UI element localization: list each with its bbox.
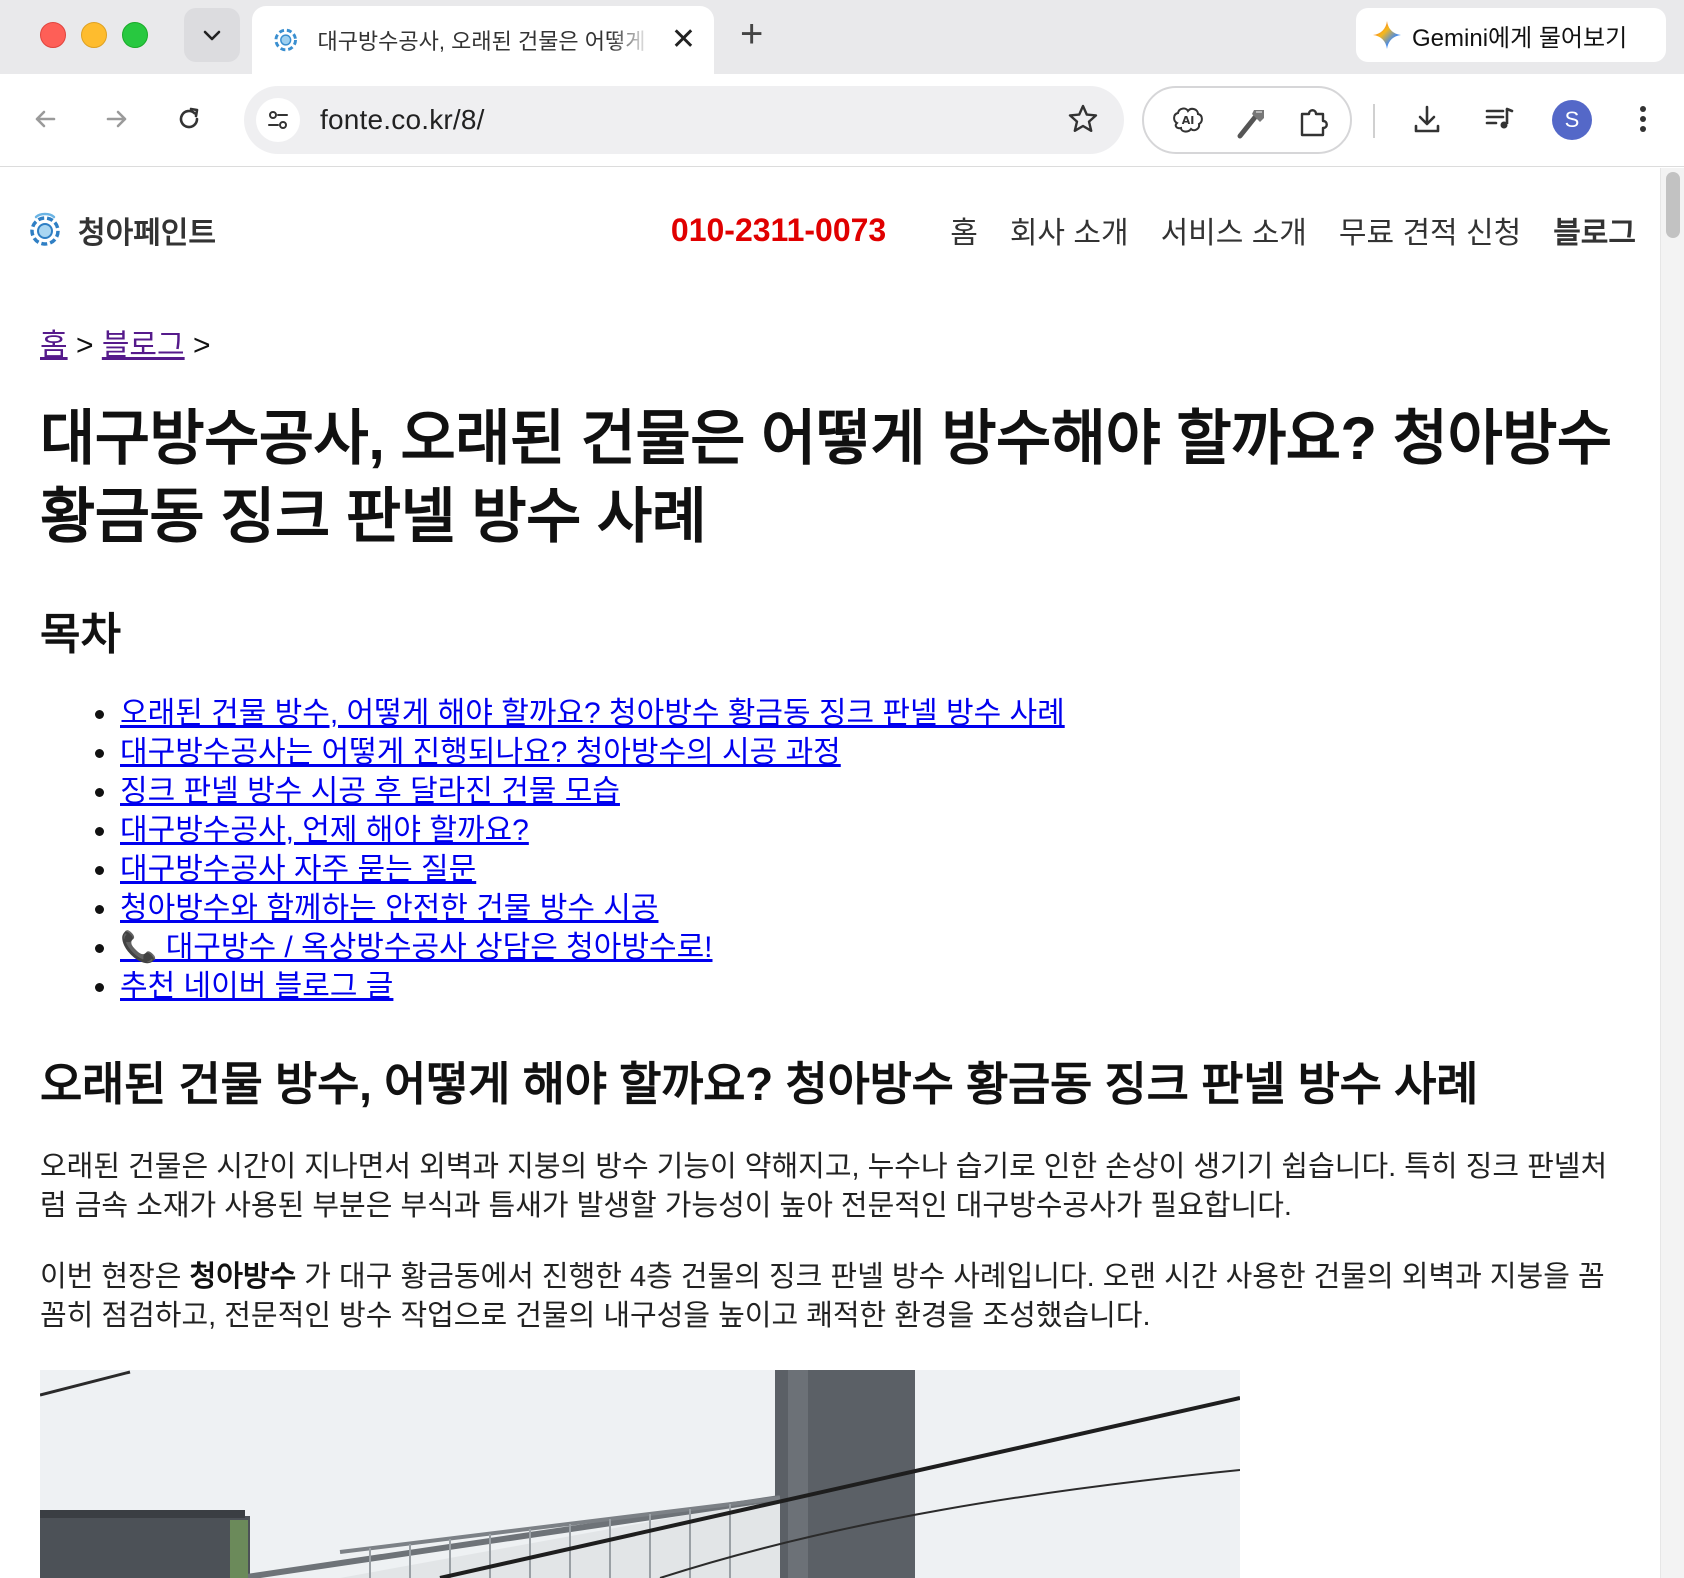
browser-menu-button[interactable] xyxy=(1620,96,1666,142)
toolbar-divider xyxy=(1373,104,1375,138)
toc-item: 대구방수공사 자주 묻는 질문 xyxy=(40,850,1065,889)
toc-item: 징크 판넬 방수 시공 후 달라진 건물 모습 xyxy=(40,772,1065,811)
menu-item-quote[interactable]: 무료 견적 신청 xyxy=(1339,208,1521,252)
minimize-window-button[interactable] xyxy=(81,22,107,48)
breadcrumb: 홈 > 블로그 > xyxy=(40,320,211,364)
forward-button[interactable] xyxy=(94,96,140,142)
toc-item: 📞 대구방수 / 옥상방수공사 상담은 청아방수로! xyxy=(40,928,1065,967)
queue-music-icon xyxy=(1485,107,1514,129)
main-menu: 010-2311-0073 홈 회사 소개 서비스 소개 무료 견적 신청 블로… xyxy=(671,208,1636,252)
ask-gemini-button[interactable]: Gemini에게 물어보기 xyxy=(1356,8,1666,62)
toc-link[interactable]: 추천 네이버 블로그 글 xyxy=(120,970,393,1003)
maximize-window-button[interactable] xyxy=(122,22,148,48)
breadcrumb-home-link[interactable]: 홈 xyxy=(40,329,68,362)
wrench-extension-icon[interactable] xyxy=(1232,102,1272,142)
toc-item: 오래된 건물 방수, 어떻게 해야 할까요? 청아방수 황금동 징크 판넬 방수… xyxy=(40,694,1065,733)
breadcrumb-blog-link[interactable]: 블로그 xyxy=(102,329,185,362)
brand-mention: 청아방수 xyxy=(189,1261,297,1293)
logo-icon xyxy=(30,212,60,246)
toc-link[interactable]: 대구방수공사는 어떻게 진행되나요? 청아방수의 시공 과정 xyxy=(120,736,841,769)
phone-number-link[interactable]: 010-2311-0073 xyxy=(671,212,886,249)
reload-button[interactable] xyxy=(166,96,212,142)
active-tab[interactable]: 대구방수공사, 오래된 건물은 어떻게 방수해야 할까요? 청아방수 황금동 징… xyxy=(252,6,714,74)
menu-item-blog[interactable]: 블로그 xyxy=(1553,208,1636,252)
breadcrumb-separator: > xyxy=(75,329,94,362)
more-vertical-icon xyxy=(1640,106,1646,132)
bookmark-star-icon[interactable] xyxy=(1066,102,1100,136)
toc-link[interactable]: 청아방수와 함께하는 안전한 건물 방수 시공 xyxy=(120,892,658,925)
site-header: 청아페인트 010-2311-0073 홈 회사 소개 서비스 소개 무료 견적… xyxy=(0,168,1660,288)
downloads-button[interactable] xyxy=(1404,96,1450,142)
toc-item: 청아방수와 함께하는 안전한 건물 방수 시공 xyxy=(40,889,1065,928)
breadcrumb-separator: > xyxy=(192,329,211,362)
section-heading: 오래된 건물 방수, 어떻게 해야 할까요? 청아방수 황금동 징크 판넬 방수… xyxy=(40,1058,1479,1110)
tab-search-button[interactable] xyxy=(184,8,240,62)
scrollbar-thumb[interactable] xyxy=(1666,172,1680,238)
page-scrollbar[interactable] xyxy=(1660,168,1684,1578)
extensions-group: AI xyxy=(1142,86,1352,154)
toc-link[interactable]: 징크 판넬 방수 시공 후 달라진 건물 모습 xyxy=(120,775,620,808)
paragraph-text: 이번 현장은 xyxy=(40,1261,190,1293)
media-controls-button[interactable] xyxy=(1476,96,1522,142)
download-icon xyxy=(1414,105,1440,133)
toc-item: 대구방수공사는 어떻게 진행되나요? 청아방수의 시공 과정 xyxy=(40,733,1065,772)
reload-icon xyxy=(179,107,199,129)
arrow-right-icon xyxy=(106,110,127,128)
gemini-label: Gemini에게 물어보기 xyxy=(1412,24,1628,52)
paragraph: 이번 현장은 청아방수 가 대구 황금동에서 진행한 4층 건물의 징크 판넬 … xyxy=(40,1258,1630,1336)
toc-link[interactable]: 대구방수공사, 언제 해야 할까요? xyxy=(120,814,529,847)
browser-toolbar: fonte.co.kr/8/ AI S xyxy=(0,74,1684,167)
page-viewport: 청아페인트 010-2311-0073 홈 회사 소개 서비스 소개 무료 견적… xyxy=(0,168,1684,1578)
brand-name: 청아페인트 xyxy=(78,217,216,250)
back-button[interactable] xyxy=(22,96,68,142)
toc-item: 추천 네이버 블로그 글 xyxy=(40,967,1065,1006)
gemini-sparkle-icon xyxy=(1373,21,1401,49)
toc-link[interactable]: 대구방수공사 자주 묻는 질문 xyxy=(120,853,476,886)
table-of-contents: 오래된 건물 방수, 어떻게 해야 할까요? 청아방수 황금동 징크 판넬 방수… xyxy=(40,694,1065,1006)
profile-avatar[interactable]: S xyxy=(1552,100,1592,140)
url-text[interactable]: fonte.co.kr/8/ xyxy=(320,104,485,136)
paragraph: 오래된 건물은 시간이 지나면서 외벽과 지붕의 방수 기능이 약해지고, 누수… xyxy=(40,1151,1608,1222)
tab-title: 대구방수공사, 오래된 건물은 어떻게 방수해야 할까요? 청아방수 황금동 징… xyxy=(317,29,650,54)
svg-text:AI: AI xyxy=(1182,114,1195,127)
site-favicon-icon xyxy=(274,28,298,52)
toc-link[interactable]: 📞 대구방수 / 옥상방수공사 상담은 청아방수로! xyxy=(120,931,713,964)
puzzle-extension-icon[interactable] xyxy=(1294,102,1334,142)
arrow-left-icon xyxy=(35,110,56,128)
toc-item: 대구방수공사, 언제 해야 할까요? xyxy=(40,811,1065,850)
page-title: 대구방수공사, 오래된 건물은 어떻게 방수해야 할까요? 청아방수 황금동 징… xyxy=(40,405,1612,550)
toc-link[interactable]: 오래된 건물 방수, 어떻게 해야 할까요? 청아방수 황금동 징크 판넬 방수… xyxy=(120,697,1065,730)
menu-item-about[interactable]: 회사 소개 xyxy=(1010,208,1129,252)
tab-bar: 대구방수공사, 오래된 건물은 어떻게 방수해야 할까요? 청아방수 황금동 징… xyxy=(0,0,1684,74)
site-info-button[interactable] xyxy=(256,98,300,142)
chevron-down-icon xyxy=(203,30,221,41)
toc-heading: 목차 xyxy=(40,610,121,659)
menu-item-home[interactable]: 홈 xyxy=(950,208,978,252)
close-tab-icon[interactable]: ✕ xyxy=(671,25,696,55)
tune-icon xyxy=(268,111,288,129)
close-window-button[interactable] xyxy=(40,22,66,48)
menu-item-services[interactable]: 서비스 소개 xyxy=(1161,208,1307,252)
site-logo[interactable]: 청아페인트 xyxy=(26,208,216,252)
new-tab-button[interactable]: + xyxy=(740,14,763,54)
building-photo xyxy=(40,1370,1240,1578)
address-bar[interactable]: fonte.co.kr/8/ xyxy=(244,86,1124,154)
ai-extension-icon[interactable]: AI xyxy=(1168,102,1208,142)
